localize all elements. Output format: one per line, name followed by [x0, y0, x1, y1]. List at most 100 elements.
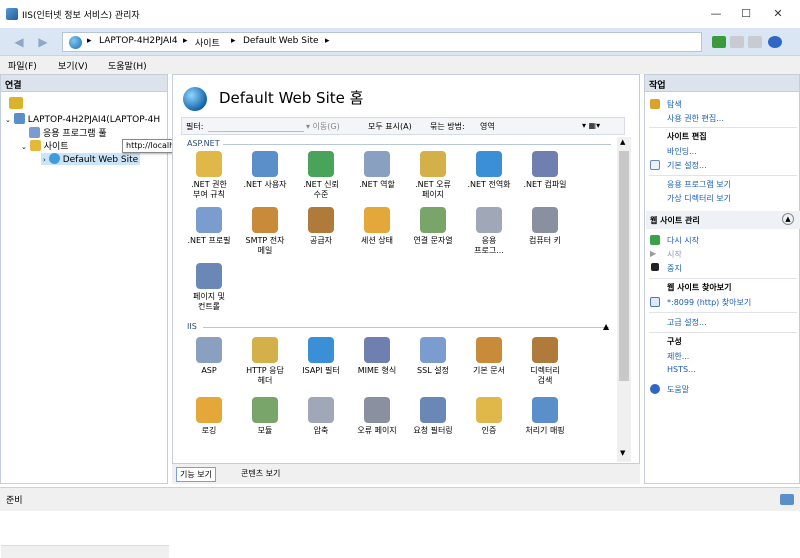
feature-item[interactable]: 세션 상태 — [349, 207, 405, 246]
feature-item[interactable]: 응용 프로그... — [461, 207, 517, 256]
status-text: 준비 — [6, 496, 23, 506]
connections-panel: 연결 ⌄ LAPTOP-4H2PJAI4(LAPTOP-4H 응용 프로그램 풀… — [0, 74, 169, 558]
minimize-button[interactable]: — — [700, 4, 732, 24]
scroll-thumb[interactable] — [619, 151, 629, 381]
refresh-icon[interactable] — [748, 36, 762, 48]
tab-content-view[interactable]: 콘텐츠 보기 — [238, 467, 283, 480]
feature-item[interactable]: 디렉터리 검색 — [517, 337, 573, 386]
feature-icon — [364, 151, 390, 177]
feature-label: 페이지 및 컨트롤 — [193, 292, 225, 311]
close-button[interactable]: ✕ — [762, 4, 794, 24]
divider — [649, 175, 797, 176]
feature-item[interactable]: 모듈 — [237, 397, 293, 436]
feature-item[interactable]: MIME 형식 — [349, 337, 405, 376]
feature-item[interactable]: 페이지 및 컨트롤 — [181, 263, 237, 312]
feature-item[interactable]: .NET 컴파일 — [517, 151, 573, 190]
feature-item[interactable]: 연결 문자열 — [405, 207, 461, 246]
action-stop[interactable]: 중지 — [667, 263, 682, 274]
tree-app-pools[interactable]: 응용 프로그램 풀 — [29, 126, 107, 139]
feature-item[interactable]: 오류 페이지 — [349, 397, 405, 436]
feature-item[interactable]: .NET 사용자 — [237, 151, 293, 190]
iis-app-icon — [6, 8, 18, 20]
horizontal-scrollbar[interactable] — [1, 545, 169, 558]
feature-label: 컴퓨터 키 — [529, 236, 561, 245]
feature-item[interactable]: 요청 필터링 — [405, 397, 461, 436]
action-limits[interactable]: 제한... — [667, 351, 689, 362]
feature-label: 요청 필터링 — [413, 426, 453, 435]
filter-input[interactable] — [208, 120, 304, 132]
feature-item[interactable]: ASP — [181, 337, 237, 376]
menu-view[interactable]: 보기(V) — [58, 59, 88, 72]
go-button[interactable]: ▾ 이동(G) — [306, 121, 340, 132]
feature-icon — [420, 397, 446, 423]
action-advanced-settings[interactable]: 고급 설정... — [667, 317, 707, 328]
show-all-button[interactable]: 모두 표시(A) — [368, 121, 412, 132]
title-bar: IIS(인터넷 정보 서비스) 관리자 — ☐ ✕ — [0, 0, 800, 28]
action-view-virtual-dirs[interactable]: 가상 디렉터리 보기 — [667, 193, 731, 204]
action-start[interactable]: 시작 — [667, 249, 682, 260]
tree-default-web-site[interactable]: › Default Web Site — [41, 153, 141, 165]
action-view-applications[interactable]: 응용 프로그램 보기 — [667, 179, 731, 190]
feature-item[interactable]: 인증 — [461, 397, 517, 436]
feature-item[interactable]: .NET 신뢰 수준 — [293, 151, 349, 200]
feature-item[interactable]: 공급자 — [293, 207, 349, 246]
server-icon — [13, 113, 25, 124]
section-manage-website[interactable]: 웹 사이트 관리 ▲ — [646, 211, 800, 229]
action-browse-8099[interactable]: *:8099 (http) 찾아보기 — [667, 297, 751, 308]
crumb-separator: ▸ — [87, 36, 92, 46]
crumb-sites[interactable]: 사이트 — [195, 36, 220, 49]
action-bindings[interactable]: 바인딩... — [667, 146, 697, 157]
feature-item[interactable]: HTTP 응답 헤더 — [237, 337, 293, 386]
start-icon: ▶ — [650, 249, 657, 258]
feature-item[interactable]: .NET 오류 페이지 — [405, 151, 461, 200]
tree-server[interactable]: ⌄ LAPTOP-4H2PJAI4(LAPTOP-4H — [5, 113, 160, 125]
feature-item[interactable]: .NET 전역화 — [461, 151, 517, 190]
action-edit-permissions[interactable]: 사용 권한 편집... — [667, 113, 724, 124]
crumb-separator: ▸ — [325, 36, 330, 46]
feature-icon — [308, 397, 334, 423]
connect-toolbar-icon[interactable] — [9, 97, 23, 109]
feature-item[interactable]: .NET 프로필 — [181, 207, 237, 246]
feature-item[interactable]: 압축 — [293, 397, 349, 436]
crumb-default-web-site[interactable]: Default Web Site — [243, 36, 319, 46]
forward-button[interactable]: ▶ — [32, 32, 54, 52]
feature-item[interactable]: .NET 역할 — [349, 151, 405, 190]
action-help[interactable]: 도움말 — [667, 384, 689, 395]
menu-help[interactable]: 도움말(H) — [108, 59, 147, 72]
breadcrumb[interactable]: ▸ LAPTOP-4H2PJAI4 ▸ 사이트 ▸ Default Web Si… — [62, 32, 702, 52]
feature-icon — [420, 207, 446, 233]
divider — [649, 332, 797, 333]
feature-item[interactable]: ISAPI 필터 — [293, 337, 349, 376]
maximize-button[interactable]: ☐ — [730, 4, 762, 24]
feature-item[interactable]: .NET 권한 부여 규칙 — [181, 151, 237, 200]
action-basic-settings[interactable]: 기본 설정... — [667, 160, 707, 171]
help-icon[interactable] — [768, 36, 782, 48]
group-by-select[interactable]: 영역 — [480, 121, 580, 132]
action-restart[interactable]: 다시 시작 — [667, 235, 699, 246]
collapse-iis-icon[interactable]: ▲ — [603, 322, 609, 331]
collapse-icon[interactable]: ▲ — [782, 213, 794, 225]
feature-item[interactable]: 컴퓨터 키 — [517, 207, 573, 246]
connect-icon[interactable] — [712, 36, 726, 48]
menu-file[interactable]: 파일(F) — [8, 59, 37, 72]
feature-item[interactable]: 처리기 매핑 — [517, 397, 573, 436]
vertical-scrollbar[interactable]: ▲ ▼ — [617, 137, 631, 462]
feature-item[interactable]: SSL 설정 — [405, 337, 461, 376]
tab-features-view[interactable]: 기능 보기 — [176, 467, 216, 482]
view-mode-button[interactable]: ▾ ▦▾ — [582, 121, 600, 130]
feature-item[interactable]: SMTP 전자 메일 — [237, 207, 293, 256]
action-hsts[interactable]: HSTS... — [667, 365, 696, 374]
action-explore[interactable]: 탐색 — [667, 99, 682, 110]
crumb-server[interactable]: LAPTOP-4H2PJAI4 — [99, 36, 178, 46]
tree-sites[interactable]: ⌄ 사이트 — [21, 139, 69, 152]
feature-item[interactable]: 로깅 — [181, 397, 237, 436]
back-button[interactable]: ◀ — [8, 32, 30, 52]
feature-label: 오류 페이지 — [357, 426, 397, 435]
feature-icon — [196, 263, 222, 289]
feature-item[interactable]: 기본 문서 — [461, 337, 517, 376]
feature-label: 디렉터리 검색 — [530, 366, 560, 385]
feature-label: HTTP 응답 헤더 — [246, 366, 284, 385]
mail-icon[interactable] — [730, 36, 744, 48]
feature-icon — [476, 397, 502, 423]
feature-label: .NET 전역화 — [467, 180, 511, 189]
